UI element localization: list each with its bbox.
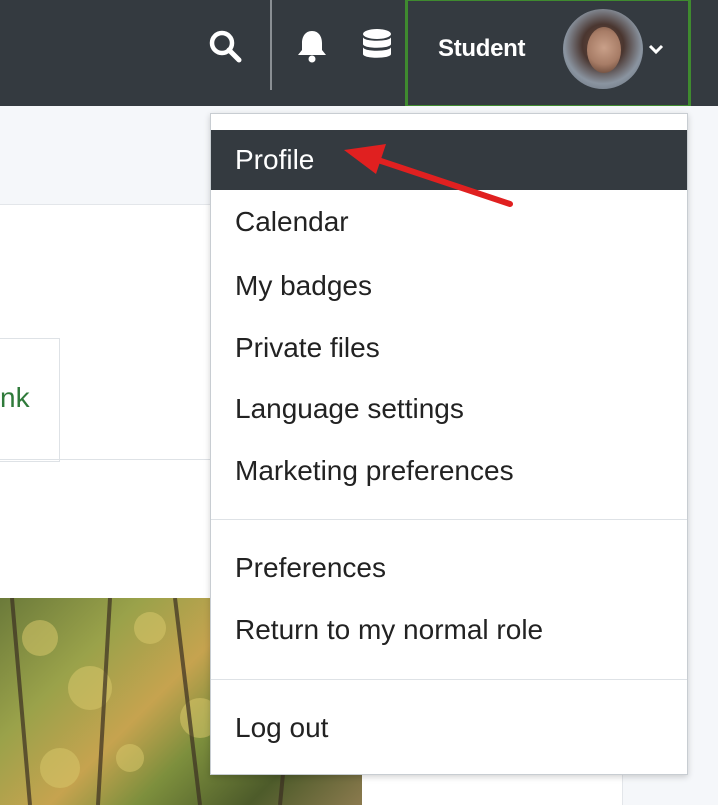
user-name: Student [438, 35, 526, 62]
database-icon [363, 29, 391, 58]
menu-item-language-settings[interactable]: Language settings [211, 379, 687, 439]
user-menu-toggle[interactable]: Student [405, 0, 691, 108]
chevron-down-icon [648, 44, 664, 55]
menu-item-my-badges[interactable]: My badges [211, 256, 687, 316]
navbar-divider [270, 0, 272, 90]
avatar[interactable] [563, 9, 643, 89]
data-button[interactable] [358, 27, 396, 65]
menu-item-log-out[interactable]: Log out [211, 698, 687, 758]
search-button[interactable] [206, 27, 244, 65]
menu-divider [211, 519, 687, 520]
bell-icon [298, 31, 326, 63]
link-text-fragment[interactable]: nk [0, 382, 30, 414]
menu-item-marketing-preferences[interactable]: Marketing preferences [211, 441, 687, 501]
section-divider [0, 459, 210, 460]
menu-divider [211, 679, 687, 680]
menu-item-private-files[interactable]: Private files [211, 318, 687, 378]
menu-item-preferences[interactable]: Preferences [211, 538, 687, 598]
notifications-button[interactable] [294, 27, 330, 65]
top-navbar: Student [0, 0, 718, 108]
menu-item-return-to-normal-role[interactable]: Return to my normal role [211, 600, 687, 660]
user-dropdown-menu: Profile Calendar My badges Private files… [210, 113, 688, 775]
annotation-arrow [344, 144, 513, 207]
search-icon [209, 30, 242, 63]
